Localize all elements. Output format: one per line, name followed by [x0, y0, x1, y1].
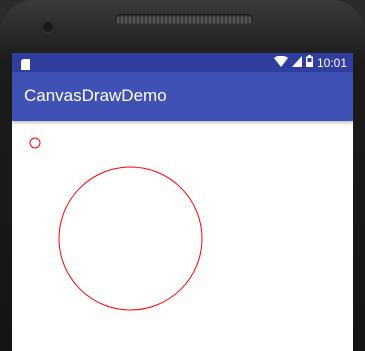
status-time: 10:01	[316, 55, 347, 70]
front-camera	[43, 22, 53, 32]
earpiece-speaker	[115, 14, 253, 24]
small-circle	[29, 137, 41, 149]
sd-card-icon	[21, 57, 30, 70]
app-title: CanvasDrawDemo	[24, 86, 167, 105]
app-bar: CanvasDrawDemo	[12, 72, 353, 121]
drawing-canvas	[12, 121, 353, 351]
wifi-icon	[273, 55, 288, 70]
cell-signal-icon	[291, 55, 302, 70]
screen: 10:01 CanvasDrawDemo	[12, 53, 353, 351]
device-frame: 10:01 CanvasDrawDemo	[0, 0, 365, 351]
status-bar: 10:01	[12, 53, 353, 72]
status-icons: 10:01	[273, 55, 347, 70]
large-circle	[58, 166, 203, 311]
battery-icon	[305, 55, 313, 70]
